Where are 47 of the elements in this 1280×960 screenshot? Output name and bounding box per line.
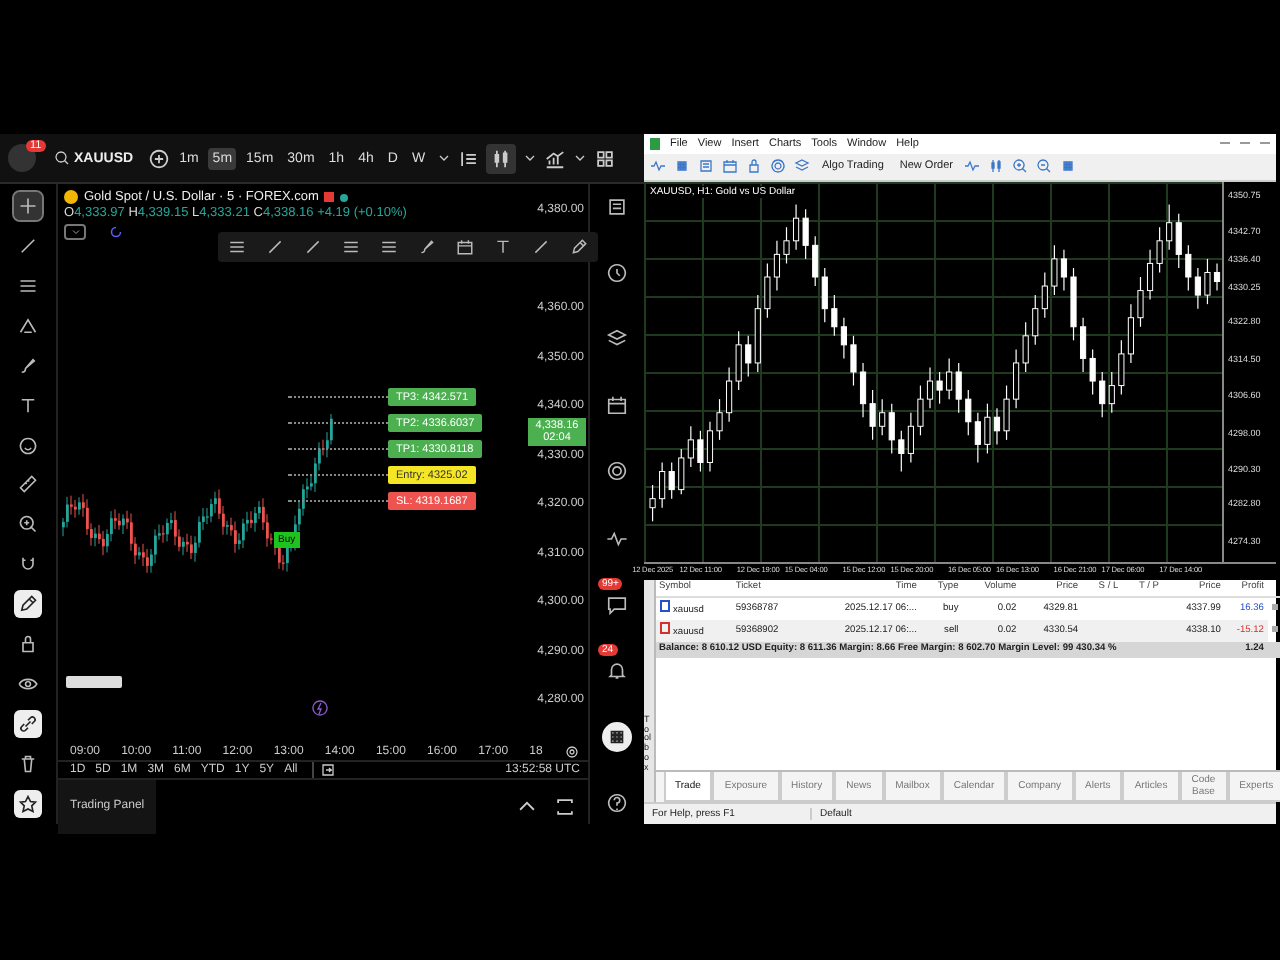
caret-icon <box>67 226 83 238</box>
close-icon[interactable] <box>1271 603 1278 610</box>
trend-line-icon[interactable] <box>304 238 322 256</box>
flag-icon <box>324 192 335 202</box>
close-icon[interactable] <box>1271 625 1278 632</box>
horizontal-lines-icon[interactable] <box>228 238 246 256</box>
crosshair-icon[interactable] <box>14 192 42 220</box>
brush-icon[interactable] <box>418 238 436 256</box>
date-range-icon[interactable] <box>311 761 336 777</box>
text-icon[interactable] <box>494 238 512 256</box>
loading-icon <box>110 226 122 238</box>
maximize-icon[interactable] <box>554 795 576 817</box>
candle <box>649 483 656 521</box>
tradingview-logo <box>66 676 122 688</box>
link-icon[interactable] <box>14 709 42 738</box>
caret-icon[interactable] <box>521 150 538 166</box>
order-level-line <box>288 474 388 476</box>
indicators-icon[interactable] <box>543 147 566 169</box>
app-logo-icon <box>650 137 660 150</box>
add-symbol-icon[interactable] <box>147 147 170 169</box>
order-level-line <box>288 500 388 502</box>
order-level-line <box>288 396 388 398</box>
star-icon[interactable] <box>14 789 42 818</box>
trend-line-icon[interactable] <box>266 238 284 256</box>
apps-icon[interactable] <box>602 721 632 752</box>
candles-icon[interactable] <box>485 143 516 173</box>
pencil-icon[interactable] <box>14 590 42 619</box>
caret-icon[interactable] <box>435 150 452 166</box>
order-level-line <box>288 422 388 424</box>
calendar-icon[interactable] <box>456 238 474 256</box>
search-icon <box>54 150 70 166</box>
minimize-icon[interactable] <box>1220 142 1230 145</box>
zoom-out-icon[interactable] <box>1036 158 1053 175</box>
collapse-button[interactable] <box>64 224 86 240</box>
horizontal-lines-icon[interactable] <box>342 238 360 256</box>
caret-icon[interactable] <box>571 150 588 166</box>
bars-icon[interactable] <box>457 147 480 169</box>
pencil-icon[interactable] <box>570 238 588 256</box>
settings-icon[interactable] <box>563 743 580 759</box>
horizontal-lines-icon[interactable] <box>380 238 398 256</box>
layout-grid-icon[interactable] <box>593 147 616 169</box>
market-open-dot <box>340 193 349 201</box>
trend-line-icon[interactable] <box>532 238 550 256</box>
order-level-line <box>288 448 388 450</box>
coin-icon <box>64 190 78 204</box>
lightning-icon <box>312 700 328 716</box>
avatar[interactable] <box>8 144 36 172</box>
